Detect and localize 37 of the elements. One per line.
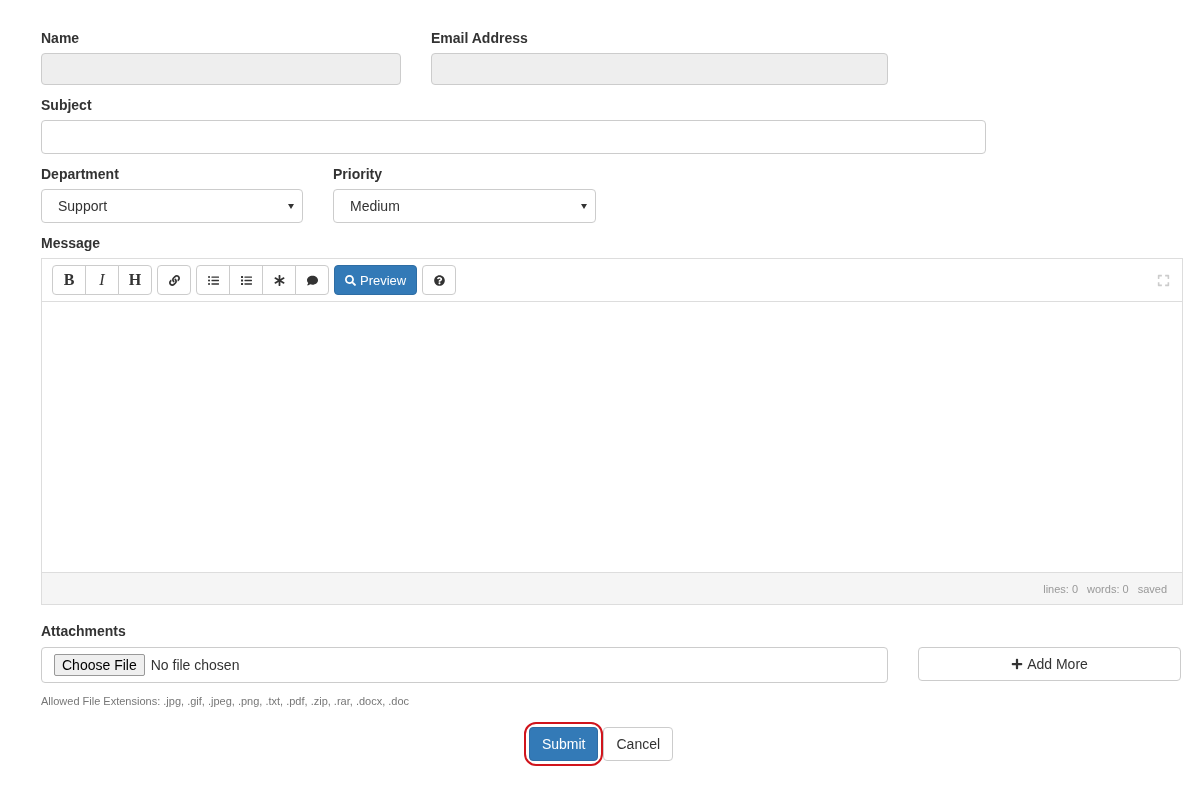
list-icon — [240, 274, 252, 286]
field-label: Department — [41, 166, 120, 182]
status-text: lines: 0 — [1043, 582, 1079, 595]
asterisk-icon — [273, 274, 285, 286]
allowed-extensions-note: Allowed File Extensions: .jpg, .gif, .jpeg, .png, .txt, .pdf, .zip, .rar, .docx, .doc — [41, 695, 411, 707]
list-button[interactable] — [229, 265, 263, 295]
format-button[interactable]: B — [52, 265, 86, 295]
help-button[interactable] — [422, 265, 457, 295]
field-label: Email Address — [431, 30, 529, 46]
status-text: saved — [1137, 582, 1167, 595]
field-label: Attachments — [41, 623, 127, 639]
link-icon — [168, 274, 180, 286]
add-more-button[interactable]: Add More — [918, 647, 1181, 681]
format-button[interactable]: H — [118, 265, 152, 295]
status-text: words: 0 — [1087, 582, 1129, 595]
bullet-list-icon — [207, 274, 219, 286]
field-label: Priority — [333, 166, 383, 182]
file-status: No file chosen — [150, 657, 240, 673]
comment-button[interactable] — [295, 265, 329, 295]
priority-select[interactable]: Medium — [333, 189, 596, 223]
preview-button[interactable]: Preview — [334, 265, 418, 295]
asterisk-button[interactable] — [262, 265, 296, 295]
bullet-list-button[interactable] — [196, 265, 230, 295]
field-label: Subject — [41, 97, 93, 113]
field-label: Message — [41, 235, 102, 251]
department-select[interactable]: Support — [41, 189, 303, 223]
cancel-button[interactable]: Cancel — [603, 727, 674, 761]
search-icon — [345, 274, 356, 286]
help-icon — [433, 274, 445, 286]
submit-button[interactable]: Submit — [528, 727, 599, 761]
link-button[interactable] — [157, 265, 191, 295]
format-button[interactable]: I — [85, 265, 119, 295]
choose-file-button[interactable]: Choose File — [54, 654, 145, 676]
comment-icon — [306, 274, 318, 286]
field-label: Name — [41, 30, 81, 46]
subject-field[interactable] — [41, 120, 986, 154]
plus-icon — [1011, 658, 1024, 670]
